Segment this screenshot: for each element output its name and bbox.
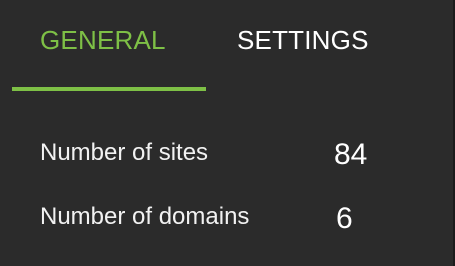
domains-count-value: 6 (336, 202, 353, 235)
tab-settings[interactable]: SETTINGS (237, 22, 369, 58)
domains-count-label: Number of domains (40, 203, 250, 230)
sites-count-value: 84 (334, 138, 368, 171)
stats-panel: GENERAL SETTINGS Number of sites 84 Numb… (0, 0, 455, 266)
sites-count-label: Number of sites (40, 139, 209, 166)
tab-general[interactable]: GENERAL (40, 22, 166, 58)
active-tab-indicator (12, 87, 206, 91)
